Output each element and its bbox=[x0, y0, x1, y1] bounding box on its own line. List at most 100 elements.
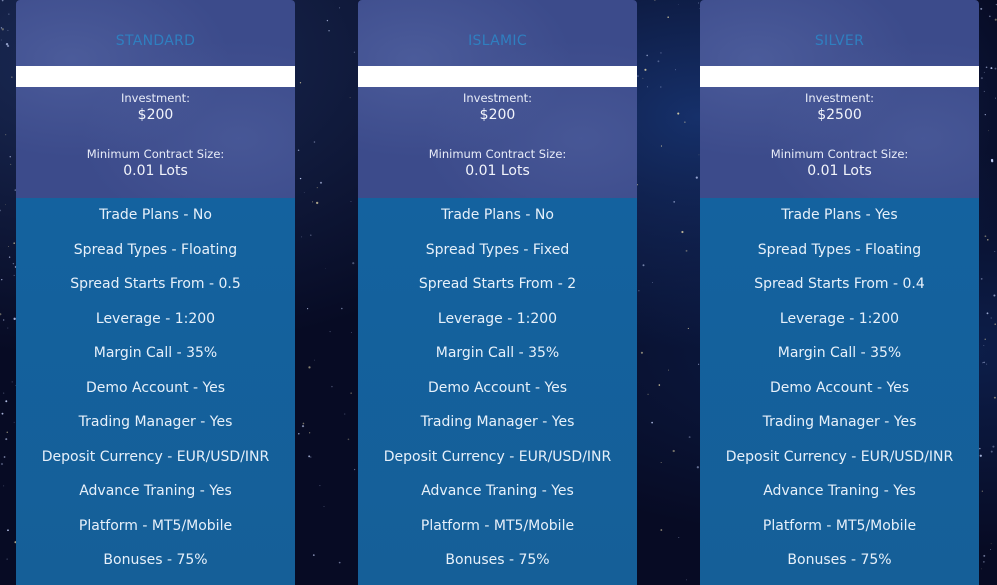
star-dot bbox=[344, 413, 346, 415]
star-dot bbox=[316, 187, 318, 189]
star-dot bbox=[329, 331, 331, 333]
plan-feature-item: Deposit Currency - EUR/USD/INR bbox=[725, 448, 954, 465]
star-dot bbox=[646, 54, 649, 57]
star-dot bbox=[3, 319, 5, 321]
plan-divider-bar bbox=[358, 66, 637, 87]
star-dot bbox=[326, 19, 329, 22]
plan-title: STANDARD bbox=[115, 33, 196, 49]
star-dot bbox=[8, 13, 10, 15]
star-dot bbox=[660, 462, 662, 464]
star-dot bbox=[686, 579, 688, 581]
star-dot bbox=[13, 242, 15, 244]
star-dot bbox=[353, 51, 356, 53]
investment-value: $200 bbox=[479, 107, 516, 123]
plan-feature-item: Advance Traning - Yes bbox=[79, 483, 232, 499]
star-dot bbox=[681, 230, 684, 234]
star-dot bbox=[309, 432, 311, 434]
star-dot bbox=[674, 69, 677, 71]
plan-feature-item: Spread Types - Floating bbox=[73, 241, 238, 258]
star-dot bbox=[10, 163, 12, 165]
plan-feature-item: Spread Types - Floating bbox=[757, 241, 922, 258]
star-dot bbox=[658, 384, 661, 386]
star-dot bbox=[638, 290, 640, 292]
plan-feature-item: Deposit Currency - EUR/USD/INR bbox=[383, 448, 612, 465]
star-dot bbox=[660, 86, 662, 88]
star-dot bbox=[993, 294, 996, 297]
star-dot bbox=[983, 361, 986, 364]
star-dot bbox=[301, 425, 305, 428]
star-dot bbox=[981, 490, 983, 492]
star-dot bbox=[350, 332, 352, 333]
star-dot bbox=[13, 274, 15, 276]
plan-feature-item: Demo Account - Yes bbox=[85, 379, 226, 396]
star-dot bbox=[980, 7, 983, 10]
plan-feature-item: Margin Call - 35% bbox=[93, 345, 218, 361]
star-dot bbox=[299, 177, 302, 180]
star-dot bbox=[992, 445, 995, 448]
star-dot bbox=[319, 181, 323, 184]
plan-feature-item: Leverage - 1:200 bbox=[437, 310, 558, 327]
star-dot bbox=[8, 246, 9, 248]
star-dot bbox=[1, 278, 3, 281]
star-dot bbox=[3, 456, 6, 458]
star-dot bbox=[7, 44, 10, 48]
star-dot bbox=[0, 27, 3, 29]
star-dot bbox=[987, 239, 989, 241]
plan-feature-item: Bonuses - 75% bbox=[103, 552, 208, 568]
star-dot bbox=[12, 262, 15, 265]
plan-title: SILVER bbox=[814, 33, 865, 49]
star-dot bbox=[323, 506, 325, 507]
star-dot bbox=[0, 209, 1, 212]
plan-feature-item: Leverage - 1:200 bbox=[779, 310, 900, 327]
star-dot bbox=[979, 454, 982, 457]
star-dot bbox=[297, 149, 300, 151]
star-dot bbox=[667, 16, 669, 19]
star-dot bbox=[637, 75, 639, 77]
plan-feature-list: Trade Plans - No Spread Types - Fixed Spre… bbox=[358, 198, 637, 585]
plan-feature-item: Trading Manager - Yes bbox=[762, 414, 917, 430]
star-dot bbox=[678, 537, 680, 539]
star-dot bbox=[983, 561, 985, 563]
star-dot bbox=[990, 549, 991, 550]
star-dot bbox=[993, 396, 996, 399]
plan-feature-item: Trade Plans - Yes bbox=[781, 207, 898, 223]
min-contract-value: 0.01 Lots bbox=[807, 163, 872, 179]
star-dot bbox=[990, 158, 994, 162]
star-dot bbox=[11, 381, 13, 383]
star-dot bbox=[986, 312, 989, 315]
plan-card-silver: SILVER Investment: $2500 Minimum Contract S… bbox=[700, 0, 979, 585]
star-dot bbox=[352, 262, 355, 265]
star-dot bbox=[5, 204, 6, 206]
star-dot bbox=[994, 67, 997, 70]
star-dot bbox=[353, 468, 356, 471]
plan-feature-item: Leverage - 1:200 bbox=[95, 310, 216, 327]
star-dot bbox=[331, 385, 333, 388]
star-dot bbox=[983, 361, 985, 363]
star-dot bbox=[652, 282, 653, 283]
star-dot bbox=[308, 366, 311, 369]
star-dot bbox=[5, 400, 8, 403]
star-dot bbox=[647, 393, 649, 395]
plan-feature-item: Trade Plans - No bbox=[99, 207, 212, 223]
plan-feature-item: Spread Starts From - 0.4 bbox=[754, 276, 925, 292]
star-dot bbox=[660, 52, 662, 54]
star-dot bbox=[341, 307, 343, 310]
star-dot bbox=[310, 234, 312, 236]
star-dot bbox=[0, 462, 4, 466]
star-dot bbox=[9, 156, 11, 158]
plan-card-header: SILVER Investment: $2500 Minimum Contract S… bbox=[700, 0, 979, 198]
plan-feature-item: Advance Traning - Yes bbox=[763, 483, 916, 499]
star-dot bbox=[995, 97, 997, 99]
plan-feature-item: Trading Manager - Yes bbox=[420, 414, 575, 430]
star-dot bbox=[7, 327, 9, 329]
star-dot bbox=[0, 39, 2, 41]
star-dot bbox=[350, 392, 352, 394]
plan-feature-item: Platform - MT5/Mobile bbox=[420, 517, 575, 534]
plan-feature-list: Trade Plans - Yes Spread Types - Floating… bbox=[700, 198, 979, 585]
star-dot bbox=[642, 77, 644, 79]
star-dot bbox=[301, 236, 303, 238]
star-dot bbox=[644, 68, 647, 71]
star-dot bbox=[338, 561, 341, 564]
star-dot bbox=[313, 141, 316, 143]
plan-feature-item: Spread Types - Fixed bbox=[425, 241, 570, 258]
